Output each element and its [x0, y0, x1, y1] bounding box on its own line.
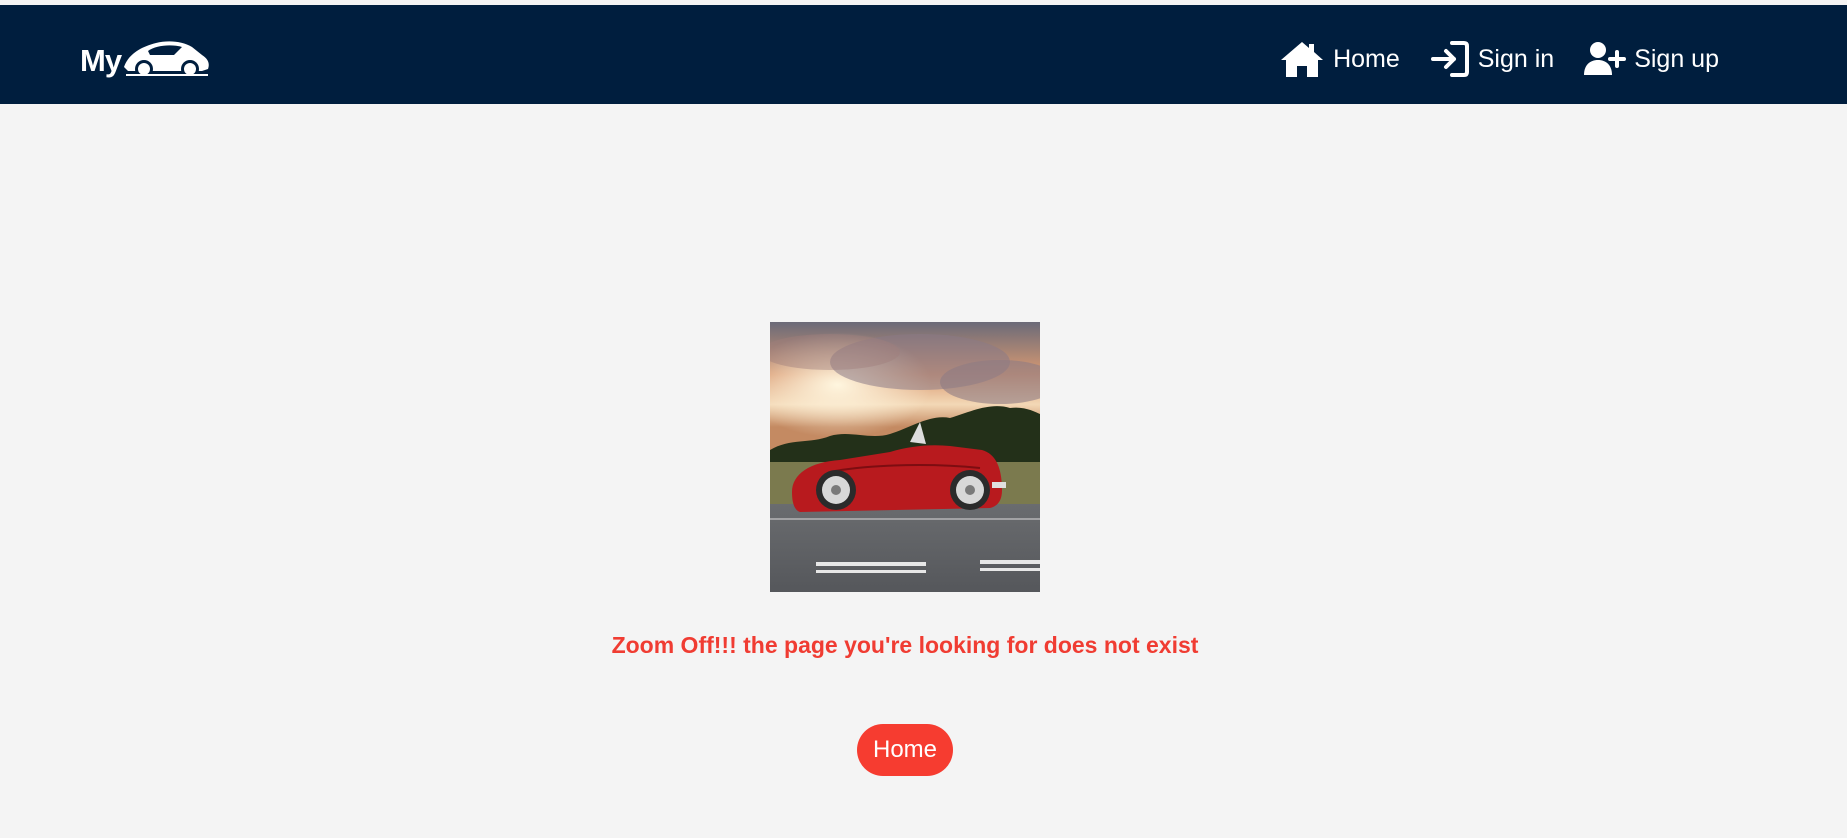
nav-sign-up-link[interactable]: Sign up	[1584, 41, 1719, 77]
main-nav: Home Sign in Sign up	[1249, 35, 1719, 83]
nav-sign-in-label: Sign in	[1477, 44, 1555, 73]
home-icon	[1279, 39, 1325, 79]
home-button[interactable]: Home	[857, 724, 953, 776]
car-illustration	[770, 322, 1040, 592]
navbar: My Home Sign in Sign up	[0, 5, 1847, 104]
nav-home-label: Home	[1333, 44, 1400, 73]
user-plus-icon	[1584, 41, 1627, 77]
car-logo-icon	[124, 41, 209, 78]
nav-home-link[interactable]: Home	[1279, 39, 1400, 79]
logo-text: My	[80, 43, 122, 78]
nav-sign-up-label: Sign up	[1634, 44, 1719, 73]
not-found-message: Zoom Off!!! the page you're looking for …	[611, 632, 1199, 658]
nav-sign-in-link[interactable]: Sign in	[1430, 39, 1554, 79]
brand-logo[interactable]: My	[80, 33, 210, 81]
sign-in-icon	[1430, 39, 1470, 79]
